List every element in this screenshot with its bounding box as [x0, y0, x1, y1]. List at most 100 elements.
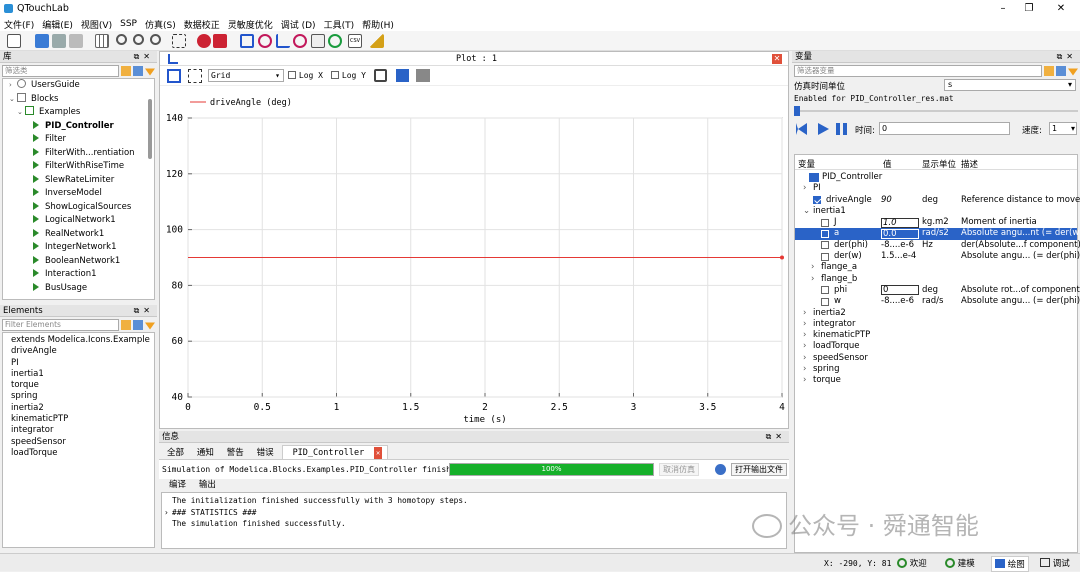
variable-row[interactable]: J 1.0 kg.m2 Moment of inertia [795, 217, 1077, 228]
slider-handle[interactable] [794, 106, 800, 116]
library-item[interactable]: BooleanNetwork1 [3, 255, 154, 269]
element-item[interactable]: torque [11, 380, 154, 391]
instantiate-icon[interactable] [213, 34, 227, 48]
variable-row[interactable]: › inertia2 [795, 308, 1077, 319]
speed-select[interactable]: 1 ▾ [1049, 122, 1077, 135]
variable-checkbox[interactable] [821, 218, 829, 227]
setup-icon[interactable] [374, 69, 387, 82]
element-item[interactable]: speedSensor [11, 437, 154, 448]
arrow-down-icon[interactable] [1068, 68, 1078, 76]
variable-row[interactable]: der(w) 1.5...e-4 Absolute angu... (= der(p… [795, 251, 1080, 262]
filter-options-icon[interactable] [1044, 65, 1054, 76]
menu-item[interactable]: 帮助(H) [358, 18, 398, 31]
variable-unit[interactable]: rad/s2 [922, 228, 949, 239]
variable-row[interactable]: w -8....e-6 rad/s Absolute angu... (= der(p… [795, 296, 1080, 307]
variable-checkbox[interactable] [821, 229, 829, 238]
pause-icon[interactable] [836, 123, 847, 135]
csv-icon[interactable]: CSV [348, 34, 362, 48]
plot-close-icon[interactable]: ✕ [772, 54, 782, 64]
open-output-button[interactable]: 打开输出文件 [731, 463, 787, 476]
variable-checkbox[interactable] [821, 252, 829, 261]
library-item[interactable]: LogicalNetwork1 [3, 214, 154, 228]
zoom-icon[interactable] [116, 34, 127, 45]
chevron-right-icon[interactable]: › [803, 353, 806, 364]
menu-item[interactable]: 调试 (D) [277, 18, 320, 31]
variable-checkbox[interactable] [821, 286, 829, 295]
target-icon[interactable] [258, 34, 272, 48]
open-output-icon[interactable] [715, 464, 726, 475]
variable-row[interactable]: a 0.0 rad/s2 Absolute angu...nt (= der(w)) [795, 228, 1080, 240]
broom-icon[interactable] [370, 34, 384, 48]
chevron-right-icon[interactable]: › [803, 183, 806, 194]
plot-icon[interactable] [276, 34, 290, 48]
simulate-icon[interactable] [240, 34, 254, 48]
library-item[interactable]: › UsersGuide [3, 79, 154, 93]
variable-row[interactable]: › flange_a [795, 262, 1077, 273]
filter-options-icon[interactable] [121, 319, 131, 330]
element-item[interactable]: loadTorque [11, 448, 154, 459]
chevron-right-icon[interactable]: › [803, 308, 806, 319]
open-folder-icon[interactable] [35, 34, 49, 48]
library-item[interactable]: PID_Controller [3, 120, 154, 134]
panel-controls[interactable]: ⧉✕ [134, 51, 154, 63]
variable-row[interactable]: › PI [795, 183, 1077, 194]
chevron-down-icon[interactable]: ⌄ [803, 206, 810, 217]
variable-row[interactable]: › speedSensor [795, 353, 1077, 364]
chevron-right-icon[interactable]: › [803, 364, 806, 375]
chevron-right-icon[interactable]: › [164, 507, 169, 519]
sort-icon[interactable] [1056, 65, 1066, 76]
variable-value[interactable]: 1.0 [881, 217, 919, 228]
element-item[interactable]: driveAngle [11, 346, 154, 357]
header-description[interactable]: 描述 [961, 158, 978, 170]
element-item[interactable]: integrator [11, 425, 154, 436]
variable-unit[interactable]: deg [922, 195, 938, 206]
menu-item[interactable]: 仿真(S) [141, 18, 180, 31]
element-item[interactable]: spring [11, 391, 154, 402]
time-unit-select[interactable]: s ▾ [944, 79, 1076, 91]
library-item[interactable]: RealNetwork1 [3, 228, 154, 242]
plot-canvas[interactable]: 0 0.5 1 1.5 2 2.5 3 3.5 4 40 60 80 100 120 140 time (s)… [160, 86, 788, 428]
element-item[interactable]: kinematicPTP [11, 414, 154, 425]
sort-icon[interactable] [133, 319, 143, 330]
rewind-icon[interactable] [796, 123, 807, 135]
variable-unit[interactable]: kg.m2 [922, 217, 949, 228]
library-item[interactable]: ShowLogicalSources [3, 201, 154, 215]
library-item[interactable]: InverseModel [3, 187, 154, 201]
restore-button[interactable]: ❐ [1014, 0, 1044, 17]
panel-controls[interactable]: ⧉✕ [134, 305, 154, 317]
element-item[interactable]: inertia2 [11, 403, 154, 414]
panel-controls[interactable]: ⧉✕ [766, 431, 786, 443]
menu-item[interactable]: 编辑(E) [38, 18, 77, 31]
library-item[interactable]: ⌄ Examples [3, 106, 154, 120]
arrow-down-icon[interactable] [145, 322, 155, 330]
sort-icon[interactable] [133, 65, 143, 76]
variable-row[interactable]: › spring [795, 364, 1077, 375]
log-y-checkbox[interactable]: Log Y [331, 71, 366, 81]
variable-row[interactable]: der(phi) -8....e-6 Hz der(Absolute...f comp… [795, 240, 1080, 251]
menu-item[interactable]: 灵敏度优化 [224, 18, 277, 31]
grid-icon[interactable] [95, 34, 109, 48]
element-item[interactable]: inertia1 [11, 369, 154, 380]
save-icon[interactable] [52, 34, 66, 48]
fit-icon[interactable] [172, 34, 186, 48]
grid-select[interactable]: Grid ▾ [208, 69, 284, 82]
debug-button[interactable]: 调试 [1040, 557, 1070, 569]
filter-options-icon[interactable] [121, 65, 131, 76]
variable-row[interactable]: › kinematicPTP [795, 330, 1077, 341]
parametric-plot-icon[interactable] [293, 34, 307, 48]
menu-item[interactable]: SSP [116, 19, 141, 29]
close-button[interactable]: ✕ [1046, 0, 1076, 17]
chevron-right-icon[interactable]: › [803, 375, 806, 386]
time-slider[interactable] [794, 105, 1078, 117]
print-icon[interactable] [416, 69, 430, 82]
library-filter-input[interactable]: 筛选类 [2, 64, 119, 77]
play-icon[interactable] [818, 123, 829, 135]
plotting-button[interactable]: 绘图 [991, 556, 1029, 572]
header-value[interactable]: 值 [883, 158, 892, 170]
time-input[interactable]: 0 [879, 122, 1010, 135]
menu-item[interactable]: 视图(V) [77, 18, 116, 31]
log-x-checkbox[interactable]: Log X [288, 71, 323, 81]
new-file-icon[interactable] [7, 34, 21, 48]
variable-checkbox[interactable] [821, 241, 829, 250]
tab-pid-controller[interactable]: PID_Controller ✕ [281, 445, 389, 460]
